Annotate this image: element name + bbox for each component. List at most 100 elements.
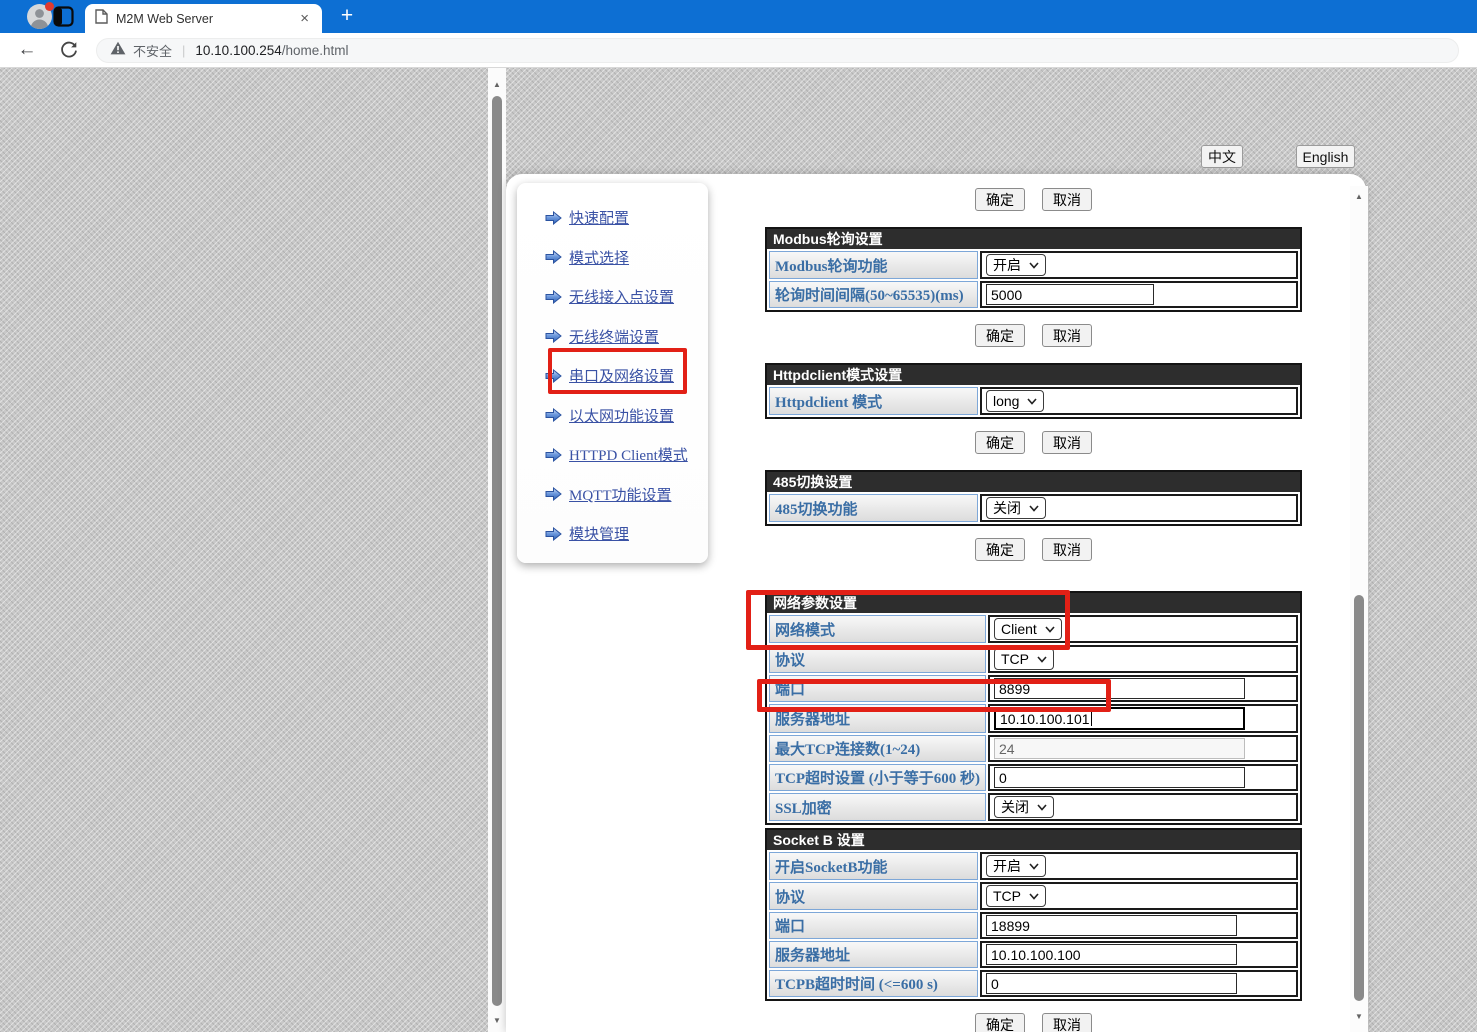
new-tab-button[interactable]: + bbox=[333, 2, 361, 30]
page-favicon-icon bbox=[95, 9, 108, 29]
sidebar-item-8[interactable]: 模块管理 bbox=[517, 514, 708, 554]
field-input[interactable]: 0 bbox=[986, 973, 1237, 994]
field-label-cell: SSL加密 bbox=[769, 793, 986, 821]
field-label: 协议 bbox=[775, 890, 805, 906]
url-separator: | bbox=[182, 43, 185, 58]
sidebar-item-label[interactable]: HTTPD Client模式 bbox=[569, 444, 688, 465]
form-actions: 确定取消 bbox=[765, 1013, 1302, 1032]
browser-toolbar: ← 不安全 | 10.10.100.254 /home.html bbox=[0, 33, 1477, 68]
ok-button[interactable]: 确定 bbox=[975, 324, 1025, 347]
scroll-up-icon[interactable]: ▲ bbox=[1350, 190, 1368, 204]
field-input[interactable]: 5000 bbox=[986, 284, 1154, 305]
sidebar-item-label[interactable]: 模块管理 bbox=[569, 523, 629, 544]
field-label: 端口 bbox=[775, 919, 805, 935]
ok-button[interactable]: 确定 bbox=[975, 431, 1025, 454]
field-select[interactable]: 开启 bbox=[986, 855, 1046, 877]
field-value-cell: 10.10.100.100 bbox=[980, 941, 1298, 968]
section-title: 485切换设置 bbox=[767, 472, 1300, 492]
ok-button[interactable]: 确定 bbox=[975, 1013, 1025, 1032]
field-input: 24 bbox=[994, 738, 1245, 759]
field-label: 轮询时间间隔(50~65535)(ms) bbox=[775, 288, 964, 304]
select-value: 关闭 bbox=[993, 498, 1021, 518]
section-title: Socket B 设置 bbox=[767, 830, 1300, 850]
url-host: 10.10.100.254 bbox=[195, 43, 281, 58]
arrow-icon bbox=[545, 290, 562, 304]
section-title: Modbus轮询设置 bbox=[767, 229, 1300, 249]
cancel-button[interactable]: 取消 bbox=[1042, 324, 1092, 347]
ok-button[interactable]: 确定 bbox=[975, 188, 1025, 211]
sidebar-item-label[interactable]: 快速配置 bbox=[569, 207, 629, 228]
input-value: 0 bbox=[991, 976, 999, 992]
field-select[interactable]: TCP bbox=[994, 648, 1054, 670]
field-select[interactable]: 关闭 bbox=[986, 497, 1046, 519]
refresh-button[interactable] bbox=[59, 40, 79, 65]
table-row: 开启SocketB功能 开启 bbox=[769, 852, 1298, 880]
left-frame-scrollbar[interactable]: ▲ ▼ bbox=[488, 68, 506, 1032]
field-label-cell: 开启SocketB功能 bbox=[769, 852, 978, 880]
field-label: 开启SocketB功能 bbox=[775, 860, 888, 876]
field-select[interactable]: 开启 bbox=[986, 254, 1046, 276]
input-value: 10.10.100.101 bbox=[1000, 711, 1090, 727]
language-chinese-button[interactable]: 中文 bbox=[1201, 145, 1243, 168]
scrollbar-thumb[interactable] bbox=[492, 96, 502, 1006]
sidebar-item-label[interactable]: 无线终端设置 bbox=[569, 326, 659, 347]
language-english-button[interactable]: English bbox=[1296, 145, 1355, 168]
table-row: 轮询时间间隔(50~65535)(ms) 5000 bbox=[769, 281, 1298, 308]
cancel-button[interactable]: 取消 bbox=[1042, 1013, 1092, 1032]
table-row: TCP超时设置 (小于等于600 秒) 0 bbox=[769, 764, 1298, 791]
sidebar-item-5[interactable]: 以太网功能设置 bbox=[517, 396, 708, 436]
field-select[interactable]: long bbox=[986, 390, 1044, 412]
browser-tab[interactable]: M2M Web Server × bbox=[85, 4, 322, 33]
field-select[interactable]: TCP bbox=[986, 885, 1046, 907]
sidebar-item-0[interactable]: 快速配置 bbox=[517, 198, 708, 238]
url-bar[interactable]: 不安全 | 10.10.100.254 /home.html bbox=[96, 38, 1459, 63]
cancel-button[interactable]: 取消 bbox=[1042, 431, 1092, 454]
field-value-cell: 开启 bbox=[980, 852, 1298, 880]
sidebar-item-7[interactable]: MQTT功能设置 bbox=[517, 475, 708, 515]
text-caret bbox=[1091, 711, 1092, 726]
chevron-down-icon bbox=[1037, 804, 1047, 811]
cancel-button[interactable]: 取消 bbox=[1042, 188, 1092, 211]
arrow-icon bbox=[545, 448, 562, 462]
not-secure-warning-icon bbox=[110, 41, 126, 60]
ok-button[interactable]: 确定 bbox=[975, 538, 1025, 561]
arrow-icon bbox=[545, 408, 562, 422]
sidebar-item-2[interactable]: 无线接入点设置 bbox=[517, 277, 708, 317]
sidebar-item-1[interactable]: 模式选择 bbox=[517, 238, 708, 278]
field-label-cell: TCP超时设置 (小于等于600 秒) bbox=[769, 764, 986, 791]
back-button[interactable]: ← bbox=[14, 37, 40, 63]
field-select[interactable]: 关闭 bbox=[994, 796, 1054, 818]
field-label: 服务器地址 bbox=[775, 712, 850, 728]
not-secure-label: 不安全 bbox=[133, 41, 172, 60]
sidebar-item-label[interactable]: 模式选择 bbox=[569, 247, 629, 268]
field-value-cell: 5000 bbox=[980, 281, 1298, 308]
input-value: 5000 bbox=[991, 287, 1022, 303]
field-input[interactable]: 0 bbox=[994, 767, 1245, 788]
chevron-down-icon bbox=[1027, 398, 1037, 405]
field-input[interactable]: 10.10.100.100 bbox=[986, 944, 1237, 965]
table-row: 协议 TCP bbox=[769, 882, 1298, 910]
field-label: Modbus轮询功能 bbox=[775, 259, 888, 275]
settings-section: 485切换设置485切换功能关闭 bbox=[765, 470, 1302, 526]
field-label: TCPB超时时间 (<=600 s) bbox=[775, 977, 938, 993]
arrow-icon bbox=[545, 250, 562, 264]
tab-actions-icon[interactable] bbox=[53, 6, 74, 32]
sidebar-item-6[interactable]: HTTPD Client模式 bbox=[517, 435, 708, 475]
content-scrollbar[interactable]: ▲ ▼ bbox=[1350, 186, 1368, 1032]
cancel-button[interactable]: 取消 bbox=[1042, 538, 1092, 561]
sidebar-item-label[interactable]: 无线接入点设置 bbox=[569, 286, 674, 307]
tab-close-icon[interactable]: × bbox=[297, 11, 312, 26]
scrollbar-thumb[interactable] bbox=[1354, 595, 1364, 1001]
browser-titlebar: M2M Web Server × + bbox=[0, 0, 1477, 33]
scroll-up-icon[interactable]: ▲ bbox=[488, 78, 506, 92]
field-label: 最大TCP连接数(1~24) bbox=[775, 742, 920, 758]
field-label-cell: 最大TCP连接数(1~24) bbox=[769, 735, 986, 762]
field-label: 服务器地址 bbox=[775, 948, 850, 964]
sidebar-item-label[interactable]: MQTT功能设置 bbox=[569, 484, 672, 505]
scroll-down-icon[interactable]: ▼ bbox=[1350, 1010, 1368, 1024]
sidebar-item-label[interactable]: 以太网功能设置 bbox=[569, 405, 674, 426]
table-row: 服务器地址 10.10.100.100 bbox=[769, 941, 1298, 968]
field-input[interactable]: 18899 bbox=[986, 915, 1237, 936]
input-value: 18899 bbox=[991, 918, 1030, 934]
scroll-down-icon[interactable]: ▼ bbox=[488, 1014, 506, 1028]
